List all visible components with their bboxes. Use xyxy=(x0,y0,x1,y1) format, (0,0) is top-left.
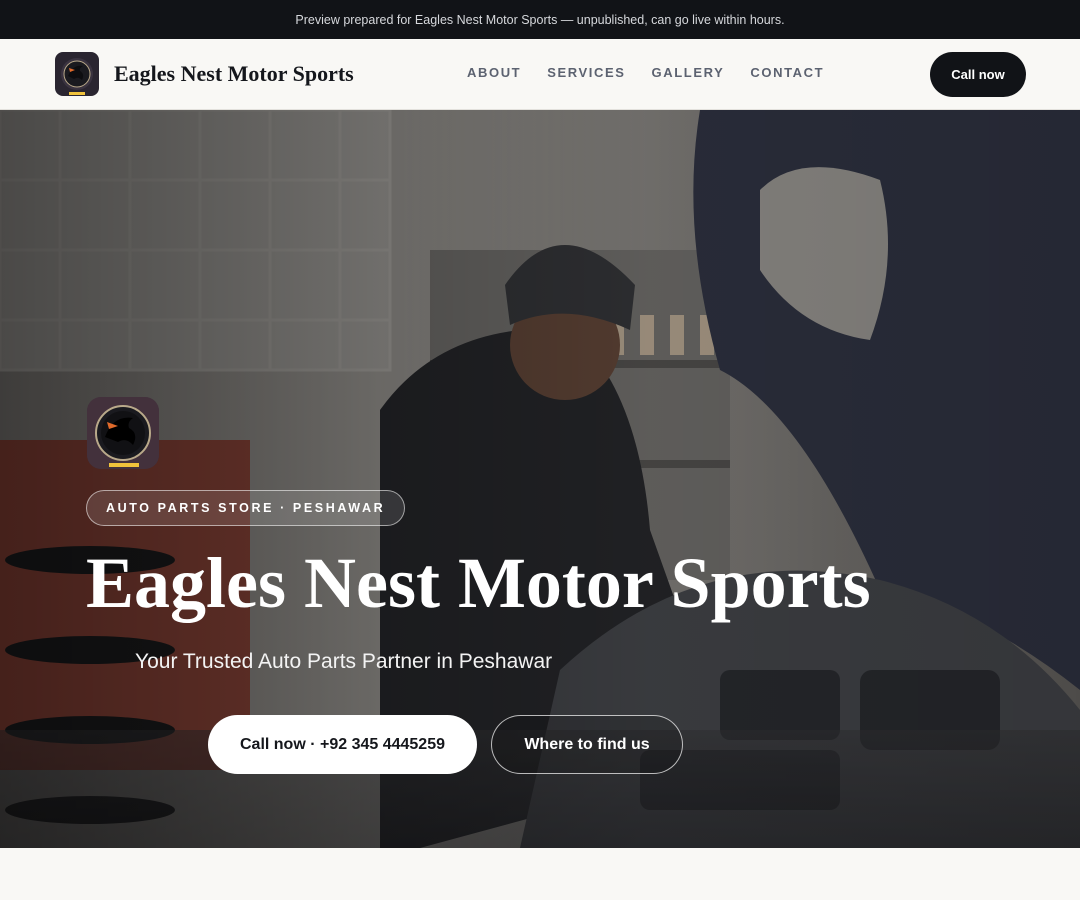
hero-eagle-logo-icon xyxy=(87,397,159,469)
nav-contact[interactable]: CONTACT xyxy=(750,65,824,80)
hero-subtitle: Your Trusted Auto Parts Partner in Pesha… xyxy=(135,650,553,673)
hero-eyebrow-badge: AUTO PARTS STORE · PESHAWAR xyxy=(86,490,406,526)
eagle-logo-icon[interactable] xyxy=(55,52,99,96)
hero-section: AUTO PARTS STORE · PESHAWAR Eagles Nest … xyxy=(0,110,1080,848)
preview-banner: Preview prepared for Eagles Nest Motor S… xyxy=(0,0,1080,39)
site-header: Eagles Nest Motor Sports ABOUT SERVICES … xyxy=(0,39,1080,110)
hero-location-button[interactable]: Where to find us xyxy=(491,715,683,774)
hero-title: Eagles Nest Motor Sports xyxy=(86,543,871,623)
hero-call-button[interactable]: Call now · +92 345 4445259 xyxy=(208,715,477,774)
nav-about[interactable]: ABOUT xyxy=(467,65,521,80)
preview-banner-text: Preview prepared for Eagles Nest Motor S… xyxy=(295,12,785,27)
header-call-button[interactable]: Call now xyxy=(930,52,1026,97)
brand-name[interactable]: Eagles Nest Motor Sports xyxy=(114,61,354,87)
nav-services[interactable]: SERVICES xyxy=(547,65,625,80)
main-nav: ABOUT SERVICES GALLERY CONTACT xyxy=(467,65,850,80)
nav-gallery[interactable]: GALLERY xyxy=(652,65,725,80)
